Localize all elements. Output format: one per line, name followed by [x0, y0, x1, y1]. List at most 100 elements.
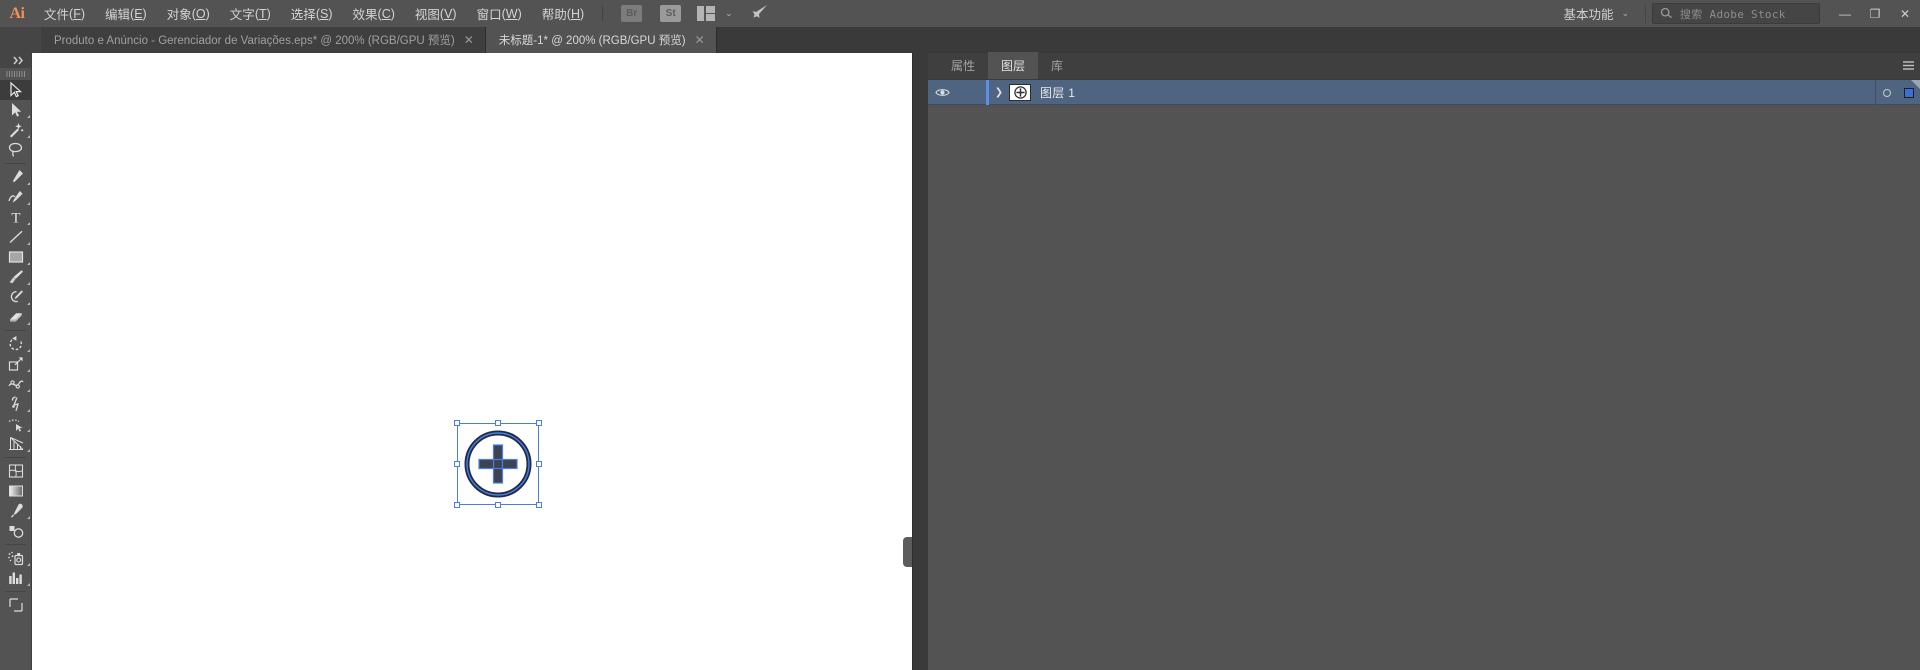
close-button[interactable]: ✕: [1890, 0, 1920, 27]
arrange-documents-icon[interactable]: [695, 5, 717, 22]
tool-flyout-indicator: [27, 516, 30, 519]
menu-select[interactable]: 选择(S): [281, 0, 343, 27]
menu-bar: Ai 文件(F) 编辑(E) 对象(O) 文字(T) 选择(S) 效果(C) 视…: [0, 0, 1920, 27]
canvas-collapse-handle[interactable]: [903, 537, 912, 567]
gradient-tool[interactable]: [0, 481, 32, 501]
menu-edit[interactable]: 编辑(E): [95, 0, 157, 27]
right-panel-group: 属性 图层 库 ❯ 图层 1: [928, 52, 1920, 670]
tool-flyout-indicator: [27, 302, 30, 305]
menu-select-label: 选择: [290, 8, 316, 22]
selection-handle-br[interactable]: [536, 502, 542, 508]
stock-search-placeholder: 搜索 Adobe Stock: [1680, 7, 1786, 21]
line-segment-tool[interactable]: [0, 227, 32, 247]
blend-tool[interactable]: [0, 521, 32, 541]
mesh-tool[interactable]: [0, 461, 32, 481]
close-icon[interactable]: ✕: [695, 34, 705, 46]
layer-corner-marker: [1911, 80, 1920, 89]
document-tab-2-title: 未标题-1* @ 200% (RGB/GPU 预览): [498, 35, 686, 47]
free-transform-tool[interactable]: [0, 394, 32, 414]
tool-flyout-indicator: [27, 349, 30, 352]
tool-divider: [5, 457, 26, 458]
menu-help[interactable]: 帮助(H): [532, 0, 594, 27]
direct-selection-tool[interactable]: [0, 100, 32, 120]
scale-tool[interactable]: [0, 354, 32, 374]
magic-wand-tool[interactable]: [0, 120, 32, 140]
selection-handle-bc[interactable]: [495, 502, 501, 508]
layer-selected-swatch[interactable]: [1898, 87, 1920, 98]
tab-layers[interactable]: 图层: [988, 52, 1039, 79]
eyedropper-tool[interactable]: [0, 501, 32, 521]
tab-libraries-label: 库: [1051, 59, 1064, 73]
restore-button[interactable]: ❐: [1860, 0, 1890, 27]
width-warp-tool[interactable]: [0, 374, 32, 394]
chevron-down-icon[interactable]: ⌄: [725, 8, 733, 19]
tool-flyout-indicator: [27, 242, 30, 245]
shaper-pencil-tool[interactable]: [0, 287, 32, 307]
stock-icon[interactable]: St: [660, 5, 682, 22]
tool-flyout-indicator: [27, 449, 30, 452]
menu-window-accel: W: [505, 6, 518, 21]
menu-file[interactable]: 文件(F): [34, 0, 95, 27]
menu-edit-accel: E: [134, 6, 143, 21]
document-tab-1[interactable]: Produto e Anúncio - Gerenciador de Varia…: [41, 27, 486, 53]
perspective-grid-tool[interactable]: [0, 434, 32, 454]
tool-divider: [5, 544, 26, 545]
menu-window[interactable]: 窗口(W): [467, 0, 532, 27]
menu-view[interactable]: 视图(V): [405, 0, 467, 27]
selection-handle-tc[interactable]: [495, 420, 501, 426]
menu-effect-accel: C: [381, 6, 391, 21]
tools-panel-header[interactable]: [0, 53, 31, 68]
menu-file-label: 文件: [44, 8, 70, 22]
menu-type[interactable]: 文字(T): [220, 0, 281, 27]
layer-name[interactable]: 图层 1: [1040, 84, 1075, 101]
tool-flyout-indicator: [27, 563, 30, 566]
tool-flyout-indicator: [27, 389, 30, 392]
menu-type-label: 文字: [229, 8, 255, 22]
circle-plus-thumbnail: [1009, 83, 1031, 101]
close-icon[interactable]: ✕: [464, 34, 474, 46]
curvature-tool[interactable]: [0, 187, 32, 207]
menubar-right-divider: [1645, 4, 1646, 23]
selection-handle-bl[interactable]: [454, 502, 460, 508]
menu-object[interactable]: 对象(O): [157, 0, 220, 27]
column-graph-tool[interactable]: [0, 568, 32, 588]
eraser-tool[interactable]: [0, 307, 32, 327]
eye-icon[interactable]: [928, 87, 956, 98]
selection-handle-tr[interactable]: [536, 420, 542, 426]
pen-tool[interactable]: [0, 167, 32, 187]
panel-menu-icon[interactable]: [1896, 52, 1920, 79]
document-canvas[interactable]: [32, 53, 912, 670]
rotate-tool[interactable]: [0, 334, 32, 354]
tool-flyout-indicator: [27, 135, 30, 138]
type-tool[interactable]: T: [0, 207, 32, 227]
symbol-sprayer-tool[interactable]: [0, 548, 32, 568]
rectangle-tool[interactable]: [0, 247, 32, 267]
shape-builder-tool[interactable]: [0, 414, 32, 434]
menu-effect[interactable]: 效果(C): [343, 0, 405, 27]
tool-divider: [5, 330, 26, 331]
selection-handle-tl[interactable]: [454, 420, 460, 426]
chevron-right-icon[interactable]: ❯: [989, 87, 1009, 98]
lasso-tool[interactable]: [0, 140, 32, 160]
layer-target-indicator[interactable]: [1876, 88, 1898, 97]
artboard-tool[interactable]: [0, 595, 32, 615]
document-tab-2[interactable]: 未标题-1* @ 200% (RGB/GPU 预览) ✕: [485, 27, 717, 53]
search-icon: [1660, 7, 1672, 19]
tools-panel: T: [0, 53, 32, 670]
selection-tool[interactable]: [0, 80, 32, 100]
workspace-switcher[interactable]: 基本功能 ⌄: [1553, 3, 1639, 24]
menu-object-label: 对象: [166, 8, 192, 22]
rocket-icon[interactable]: [751, 4, 768, 24]
minimize-button[interactable]: —: [1830, 0, 1860, 27]
selection-handle-ml[interactable]: [454, 461, 460, 467]
stock-search-box[interactable]: 搜索 Adobe Stock: [1652, 3, 1820, 24]
tab-properties[interactable]: 属性: [938, 52, 988, 79]
layer-row[interactable]: ❯ 图层 1: [928, 79, 1920, 105]
paintbrush-tool[interactable]: [0, 267, 32, 287]
bridge-icon[interactable]: Br: [621, 5, 643, 22]
window-controls: — ❐ ✕: [1830, 0, 1920, 27]
menu-view-label: 视图: [414, 8, 440, 22]
selection-handle-mr[interactable]: [536, 461, 542, 467]
tab-libraries[interactable]: 库: [1038, 52, 1076, 79]
tool-divider: [5, 163, 26, 164]
